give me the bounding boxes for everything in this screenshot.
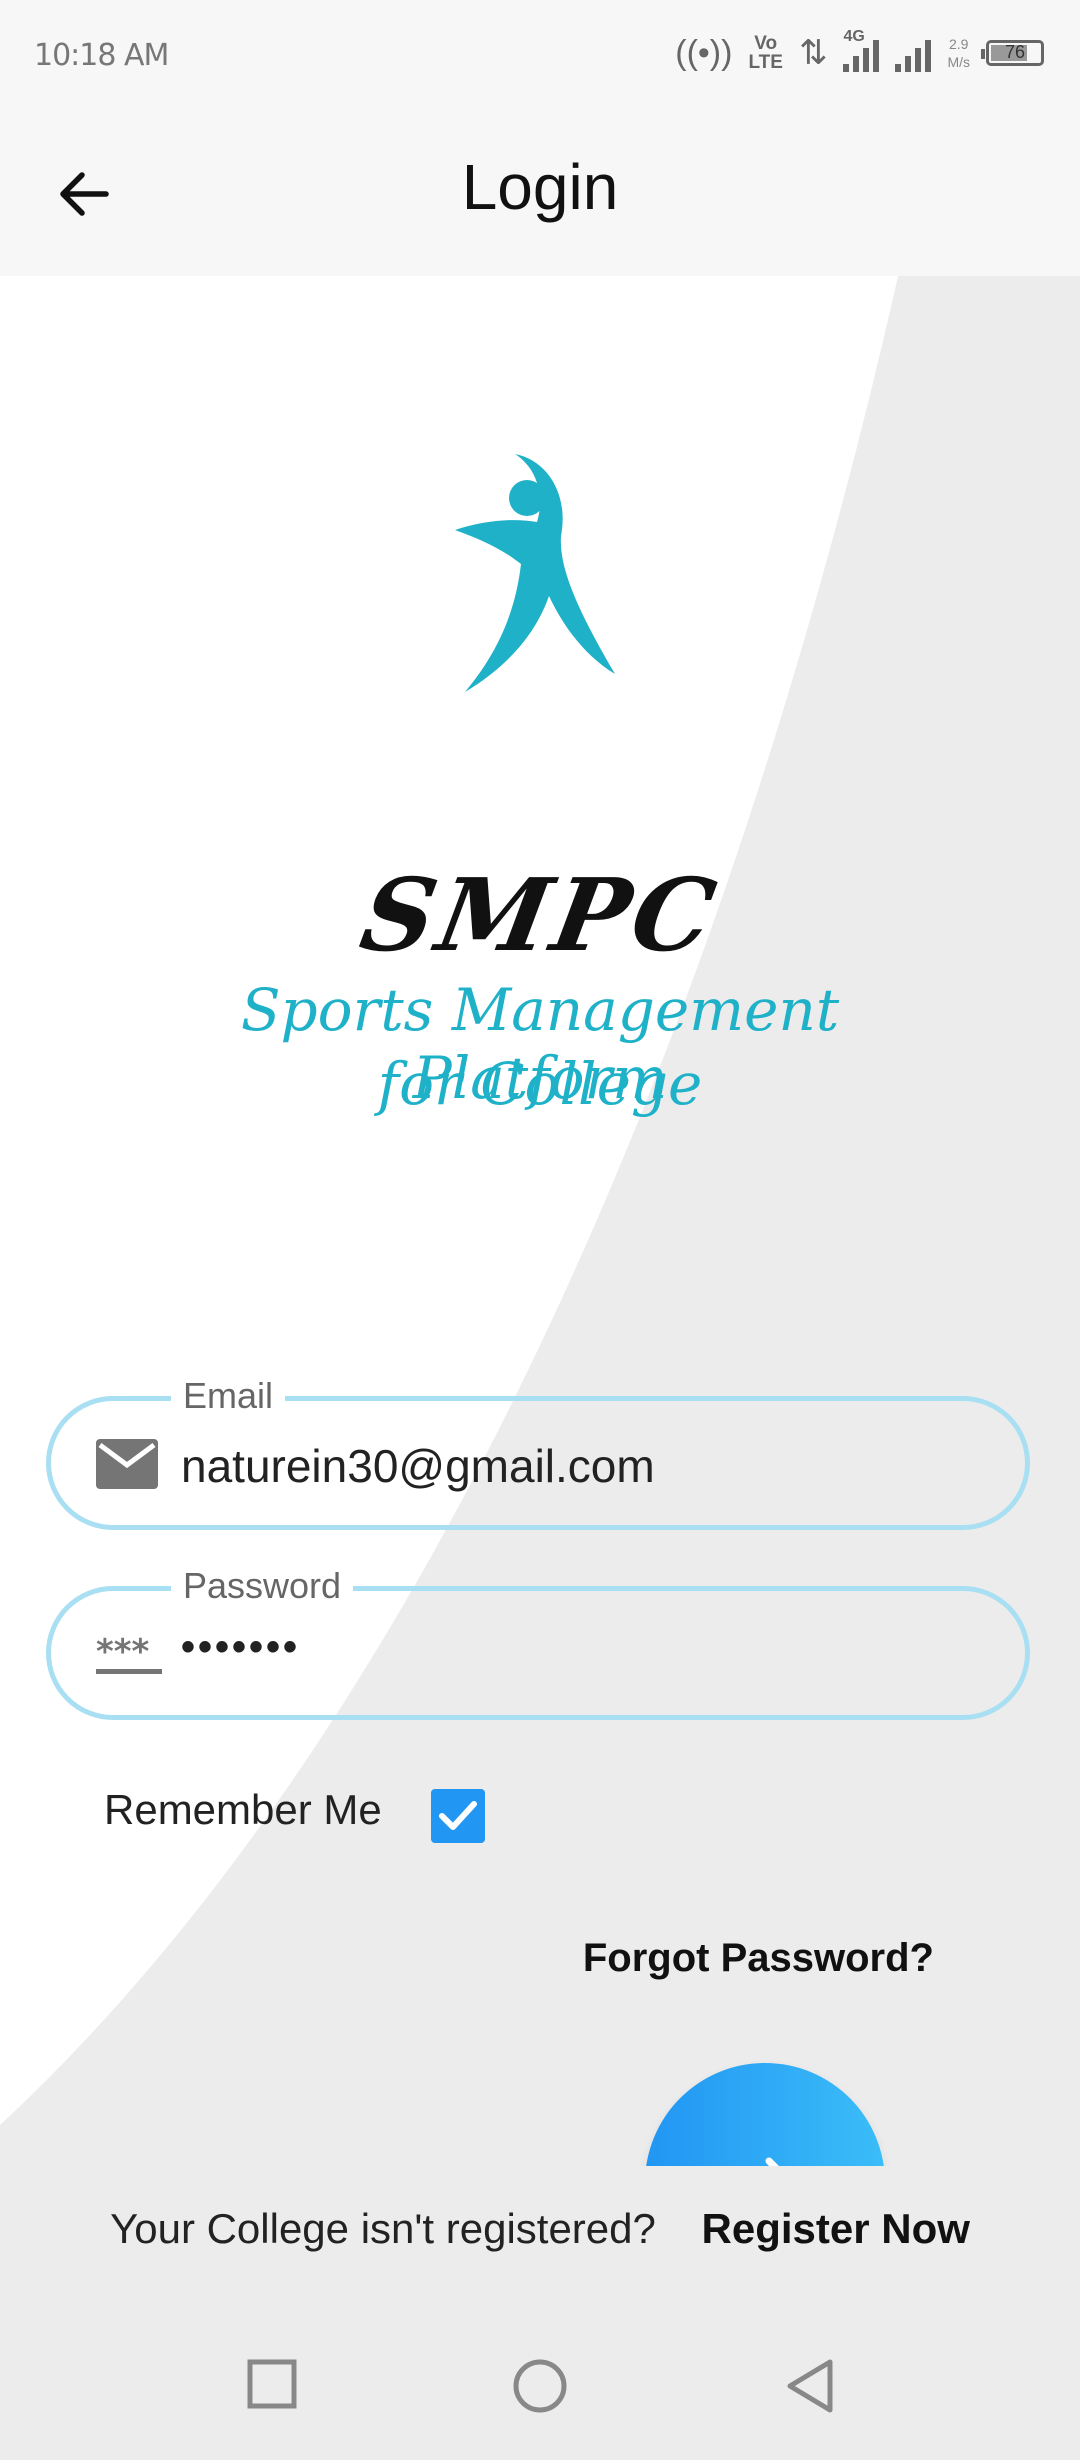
system-nav-bar bbox=[0, 2316, 1080, 2460]
email-field[interactable]: Email bbox=[46, 1375, 1030, 1530]
login-submit-button[interactable] bbox=[645, 2063, 885, 2166]
hotspot-icon: ((•)) bbox=[675, 33, 733, 72]
recent-apps-button[interactable] bbox=[246, 2358, 298, 2415]
checkmark-icon bbox=[439, 1801, 477, 1830]
register-now-link[interactable]: Register Now bbox=[702, 2205, 970, 2252]
forgot-password-link[interactable]: Forgot Password? bbox=[583, 1936, 934, 1981]
back-button[interactable] bbox=[784, 2358, 836, 2419]
triangle-back-icon bbox=[787, 2359, 833, 2413]
battery-icon: 76 bbox=[981, 40, 1044, 66]
envelope-icon bbox=[96, 1439, 158, 1489]
remember-me-checkbox[interactable] bbox=[431, 1789, 485, 1843]
logo-figure-icon bbox=[455, 454, 615, 692]
register-prompt: Your College isn't registered? Register … bbox=[0, 2205, 1080, 2253]
logo-brand: SMPC bbox=[352, 856, 728, 974]
volte-icon: Vo LTE bbox=[748, 34, 782, 72]
logo-subtitle-line2: for College bbox=[377, 1050, 703, 1118]
network-type: 4G bbox=[843, 28, 865, 45]
password-field[interactable]: Password *** ••••••• bbox=[46, 1565, 1030, 1720]
signal-icon-1: 4G bbox=[843, 28, 880, 72]
status-bar: 10:18 AM ((•)) Vo LTE ⇅ 4G 2.9 M/s 76 bbox=[0, 0, 1080, 110]
app-logo: SMPC Sports Management Platform for Coll… bbox=[165, 436, 915, 1118]
network-speed: 2.9 M/s bbox=[947, 35, 970, 71]
square-icon bbox=[247, 2359, 297, 2409]
status-icons: ((•)) Vo LTE ⇅ 4G 2.9 M/s 76 bbox=[675, 28, 1044, 78]
home-button[interactable] bbox=[512, 2358, 568, 2419]
circle-icon bbox=[513, 2359, 567, 2413]
status-time: 10:18 AM bbox=[34, 38, 169, 73]
remember-me-label: Remember Me bbox=[104, 1786, 382, 1833]
speed-value: 2.9 bbox=[948, 36, 969, 52]
email-input[interactable] bbox=[181, 1439, 1001, 1493]
register-question: Your College isn't registered? bbox=[110, 2205, 656, 2252]
volte-bottom: LTE bbox=[748, 52, 783, 73]
volte-top: Vo bbox=[754, 33, 778, 54]
battery-level: 76 bbox=[1004, 42, 1026, 62]
svg-text:***: *** bbox=[96, 1632, 150, 1672]
asterisks-icon: *** bbox=[96, 1629, 162, 1679]
arrow-right-icon bbox=[765, 2157, 779, 2166]
email-label: Email bbox=[171, 1375, 286, 1417]
password-label: Password bbox=[171, 1565, 354, 1607]
data-transfer-icon: ⇅ bbox=[798, 34, 828, 72]
speed-unit: M/s bbox=[947, 54, 970, 70]
login-card: SMPC Sports Management Platform for Coll… bbox=[0, 276, 1080, 2166]
password-input[interactable]: ••••••• bbox=[181, 1625, 1001, 1670]
page-title: Login bbox=[461, 151, 619, 223]
signal-icon-2 bbox=[895, 34, 932, 72]
app-bar: Login bbox=[0, 110, 1080, 276]
